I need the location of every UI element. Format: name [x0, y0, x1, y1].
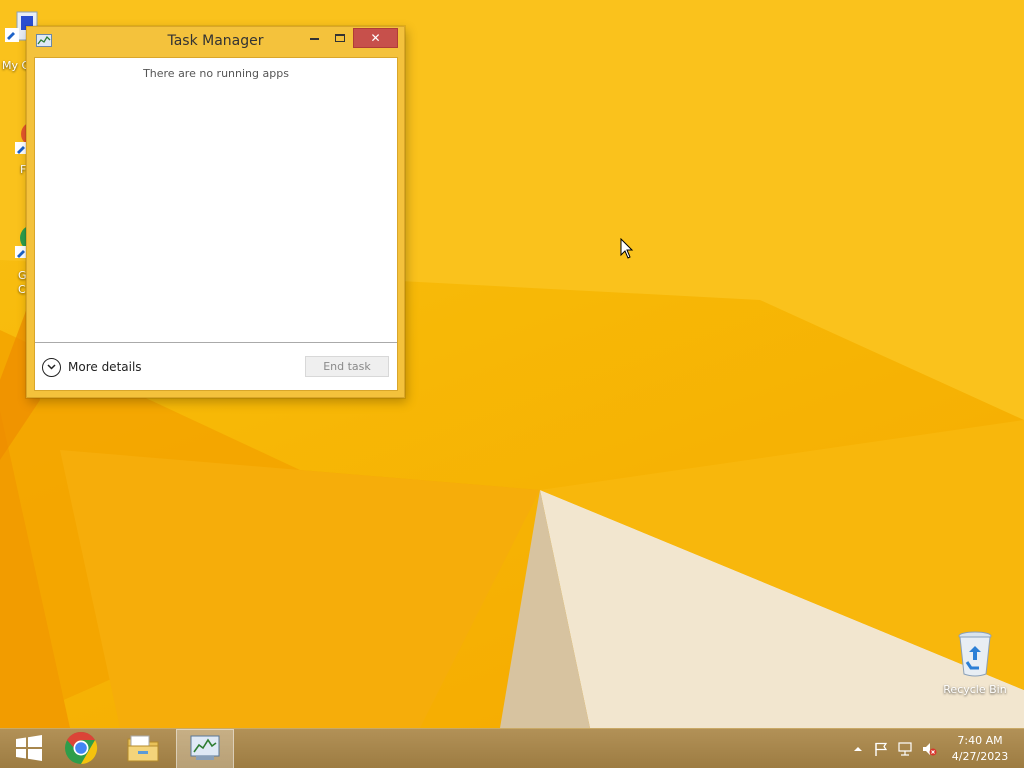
taskbar-chrome-button[interactable] — [52, 729, 110, 768]
chevron-down-icon — [42, 357, 61, 377]
start-button[interactable] — [0, 729, 58, 768]
title-bar[interactable]: Task Manager ✕ — [27, 27, 404, 57]
mouse-cursor-icon — [620, 237, 634, 263]
task-manager-window: Task Manager ✕ There are no running apps… — [26, 26, 405, 398]
recycle-bin-icon — [940, 630, 1010, 681]
more-details-toggle[interactable]: More details — [42, 357, 142, 377]
chrome-icon — [64, 731, 98, 768]
windows-logo-icon — [15, 734, 43, 764]
action-center-flag-icon[interactable] — [873, 741, 889, 757]
minimize-button[interactable] — [301, 28, 327, 48]
empty-state-message: There are no running apps — [143, 67, 289, 80]
network-icon[interactable] — [897, 741, 913, 757]
taskbar: 7:40 AM 4/27/2023 — [0, 728, 1024, 768]
system-clock[interactable]: 7:40 AM 4/27/2023 — [948, 733, 1012, 765]
task-manager-icon — [190, 735, 220, 764]
clock-date: 4/27/2023 — [951, 750, 1009, 763]
show-hidden-icons-button[interactable] — [850, 741, 866, 757]
taskbar-task-manager-button[interactable] — [176, 729, 234, 768]
desktop-icon-label: Recycle Bin — [943, 683, 1007, 696]
folder-icon — [126, 733, 160, 766]
maximize-icon — [335, 34, 345, 42]
minimize-icon — [309, 38, 319, 40]
volume-muted-icon[interactable] — [921, 741, 937, 757]
close-button[interactable]: ✕ — [353, 28, 398, 48]
app-list-panel: There are no running apps More details E… — [34, 57, 398, 391]
maximize-button[interactable] — [327, 28, 353, 48]
close-icon: ✕ — [370, 31, 381, 45]
taskbar-file-explorer-button[interactable] — [114, 729, 172, 768]
clock-time: 7:40 AM — [957, 734, 1003, 747]
desktop-icon-label: G C — [18, 269, 27, 296]
divider — [35, 342, 397, 343]
desktop-icon-recycle-bin[interactable]: Recycle Bin — [940, 630, 1010, 696]
end-task-button[interactable]: End task — [305, 356, 389, 377]
more-details-label: More details — [68, 360, 142, 374]
